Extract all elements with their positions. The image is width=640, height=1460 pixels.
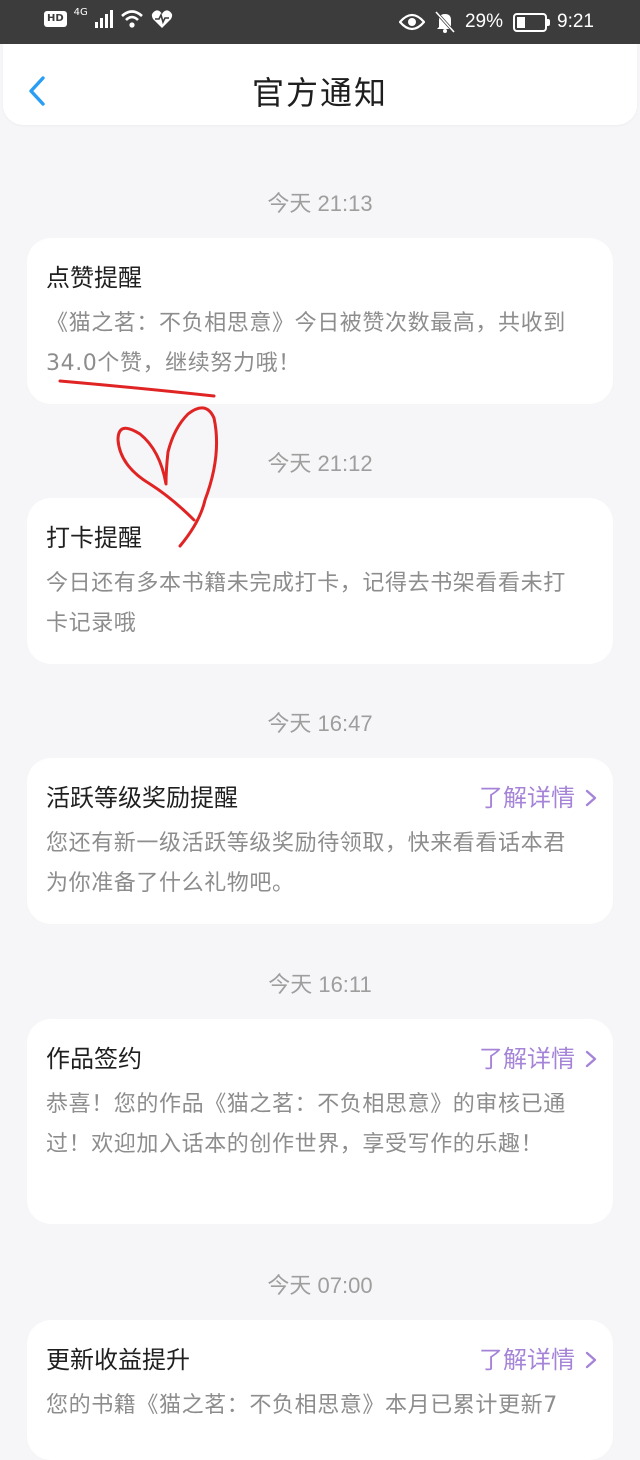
notification-time: 今天 07:00	[267, 1273, 373, 1298]
notification-title: 打卡提醒	[46, 524, 142, 552]
notification-card-contract[interactable]: 作品签约 了解详情 恭喜！您的作品《猫之茗：不负相思意》的审核已通过！欢迎加入话…	[27, 1019, 613, 1224]
details-link-label: 了解详情	[479, 1346, 575, 1374]
signal-icon	[94, 10, 113, 28]
notification-body: 《猫之茗：不负相思意》今日被赞次数最高，共收到34.0个赞，继续努力哦！	[46, 311, 566, 376]
notification-card-activity-reward[interactable]: 活跃等级奖励提醒 了解详情 您还有新一级活跃等级奖励待领取，快来看看话本君为你准…	[27, 758, 613, 924]
status-bar: HD 4G 29% 9:21	[0, 0, 640, 44]
nav-bar: 官方通知	[3, 44, 637, 125]
network-type-label: 4G	[73, 7, 88, 18]
health-icon	[151, 10, 172, 28]
chevron-right-icon	[585, 789, 597, 807]
battery-icon	[513, 12, 551, 32]
notification-card-checkin[interactable]: 打卡提醒 今日还有多本书籍未完成打卡，记得去书架看看未打卡记录哦	[27, 498, 613, 664]
notification-body: 今日还有多本书籍未完成打卡，记得去书架看看未打卡记录哦	[46, 571, 566, 636]
details-link-label: 了解详情	[479, 1045, 575, 1073]
notification-card-like[interactable]: 点赞提醒 《猫之茗：不负相思意》今日被赞次数最高，共收到34.0个赞，继续努力哦…	[27, 238, 613, 404]
status-left: HD 4G	[44, 7, 173, 29]
status-right: 29% 9:21	[398, 9, 594, 35]
page-title: 官方通知	[251, 74, 388, 112]
notification-time: 今天 21:12	[267, 451, 373, 476]
notification-title: 更新收益提升	[46, 1346, 190, 1374]
details-link[interactable]: 了解详情	[479, 1344, 597, 1376]
chevron-right-icon	[585, 1050, 597, 1068]
notification-title: 活跃等级奖励提醒	[46, 784, 238, 812]
clock: 9:21	[557, 11, 594, 32]
hd-badge: HD	[44, 11, 67, 27]
notification-title: 作品签约	[46, 1045, 142, 1073]
notification-body: 恭喜！您的作品《猫之茗：不负相思意》的审核已通过！欢迎加入话本的创作世界，享受写…	[46, 1092, 566, 1157]
details-link[interactable]: 了解详情	[479, 1043, 597, 1075]
notification-card-earnings[interactable]: 更新收益提升 了解详情 您的书籍《猫之茗：不负相思意》本月已累计更新7	[27, 1320, 613, 1460]
notification-body: 您还有新一级活跃等级奖励待领取，快来看看话本君为你准备了什么礼物吧。	[46, 831, 566, 896]
battery-percent: 29%	[464, 11, 504, 32]
details-link-label: 了解详情	[479, 784, 575, 812]
wifi-icon	[120, 10, 143, 28]
notification-time: 今天 16:11	[268, 972, 372, 997]
notification-title: 点赞提醒	[46, 264, 142, 292]
bell-off-icon	[434, 11, 455, 33]
details-link[interactable]: 了解详情	[479, 782, 597, 814]
notification-body: 您的书籍《猫之茗：不负相思意》本月已累计更新7	[46, 1393, 558, 1418]
notification-time: 今天 16:47	[267, 711, 373, 736]
chevron-right-icon	[585, 1351, 597, 1369]
eye-icon	[398, 13, 425, 31]
notification-time: 今天 21:13	[267, 191, 373, 216]
